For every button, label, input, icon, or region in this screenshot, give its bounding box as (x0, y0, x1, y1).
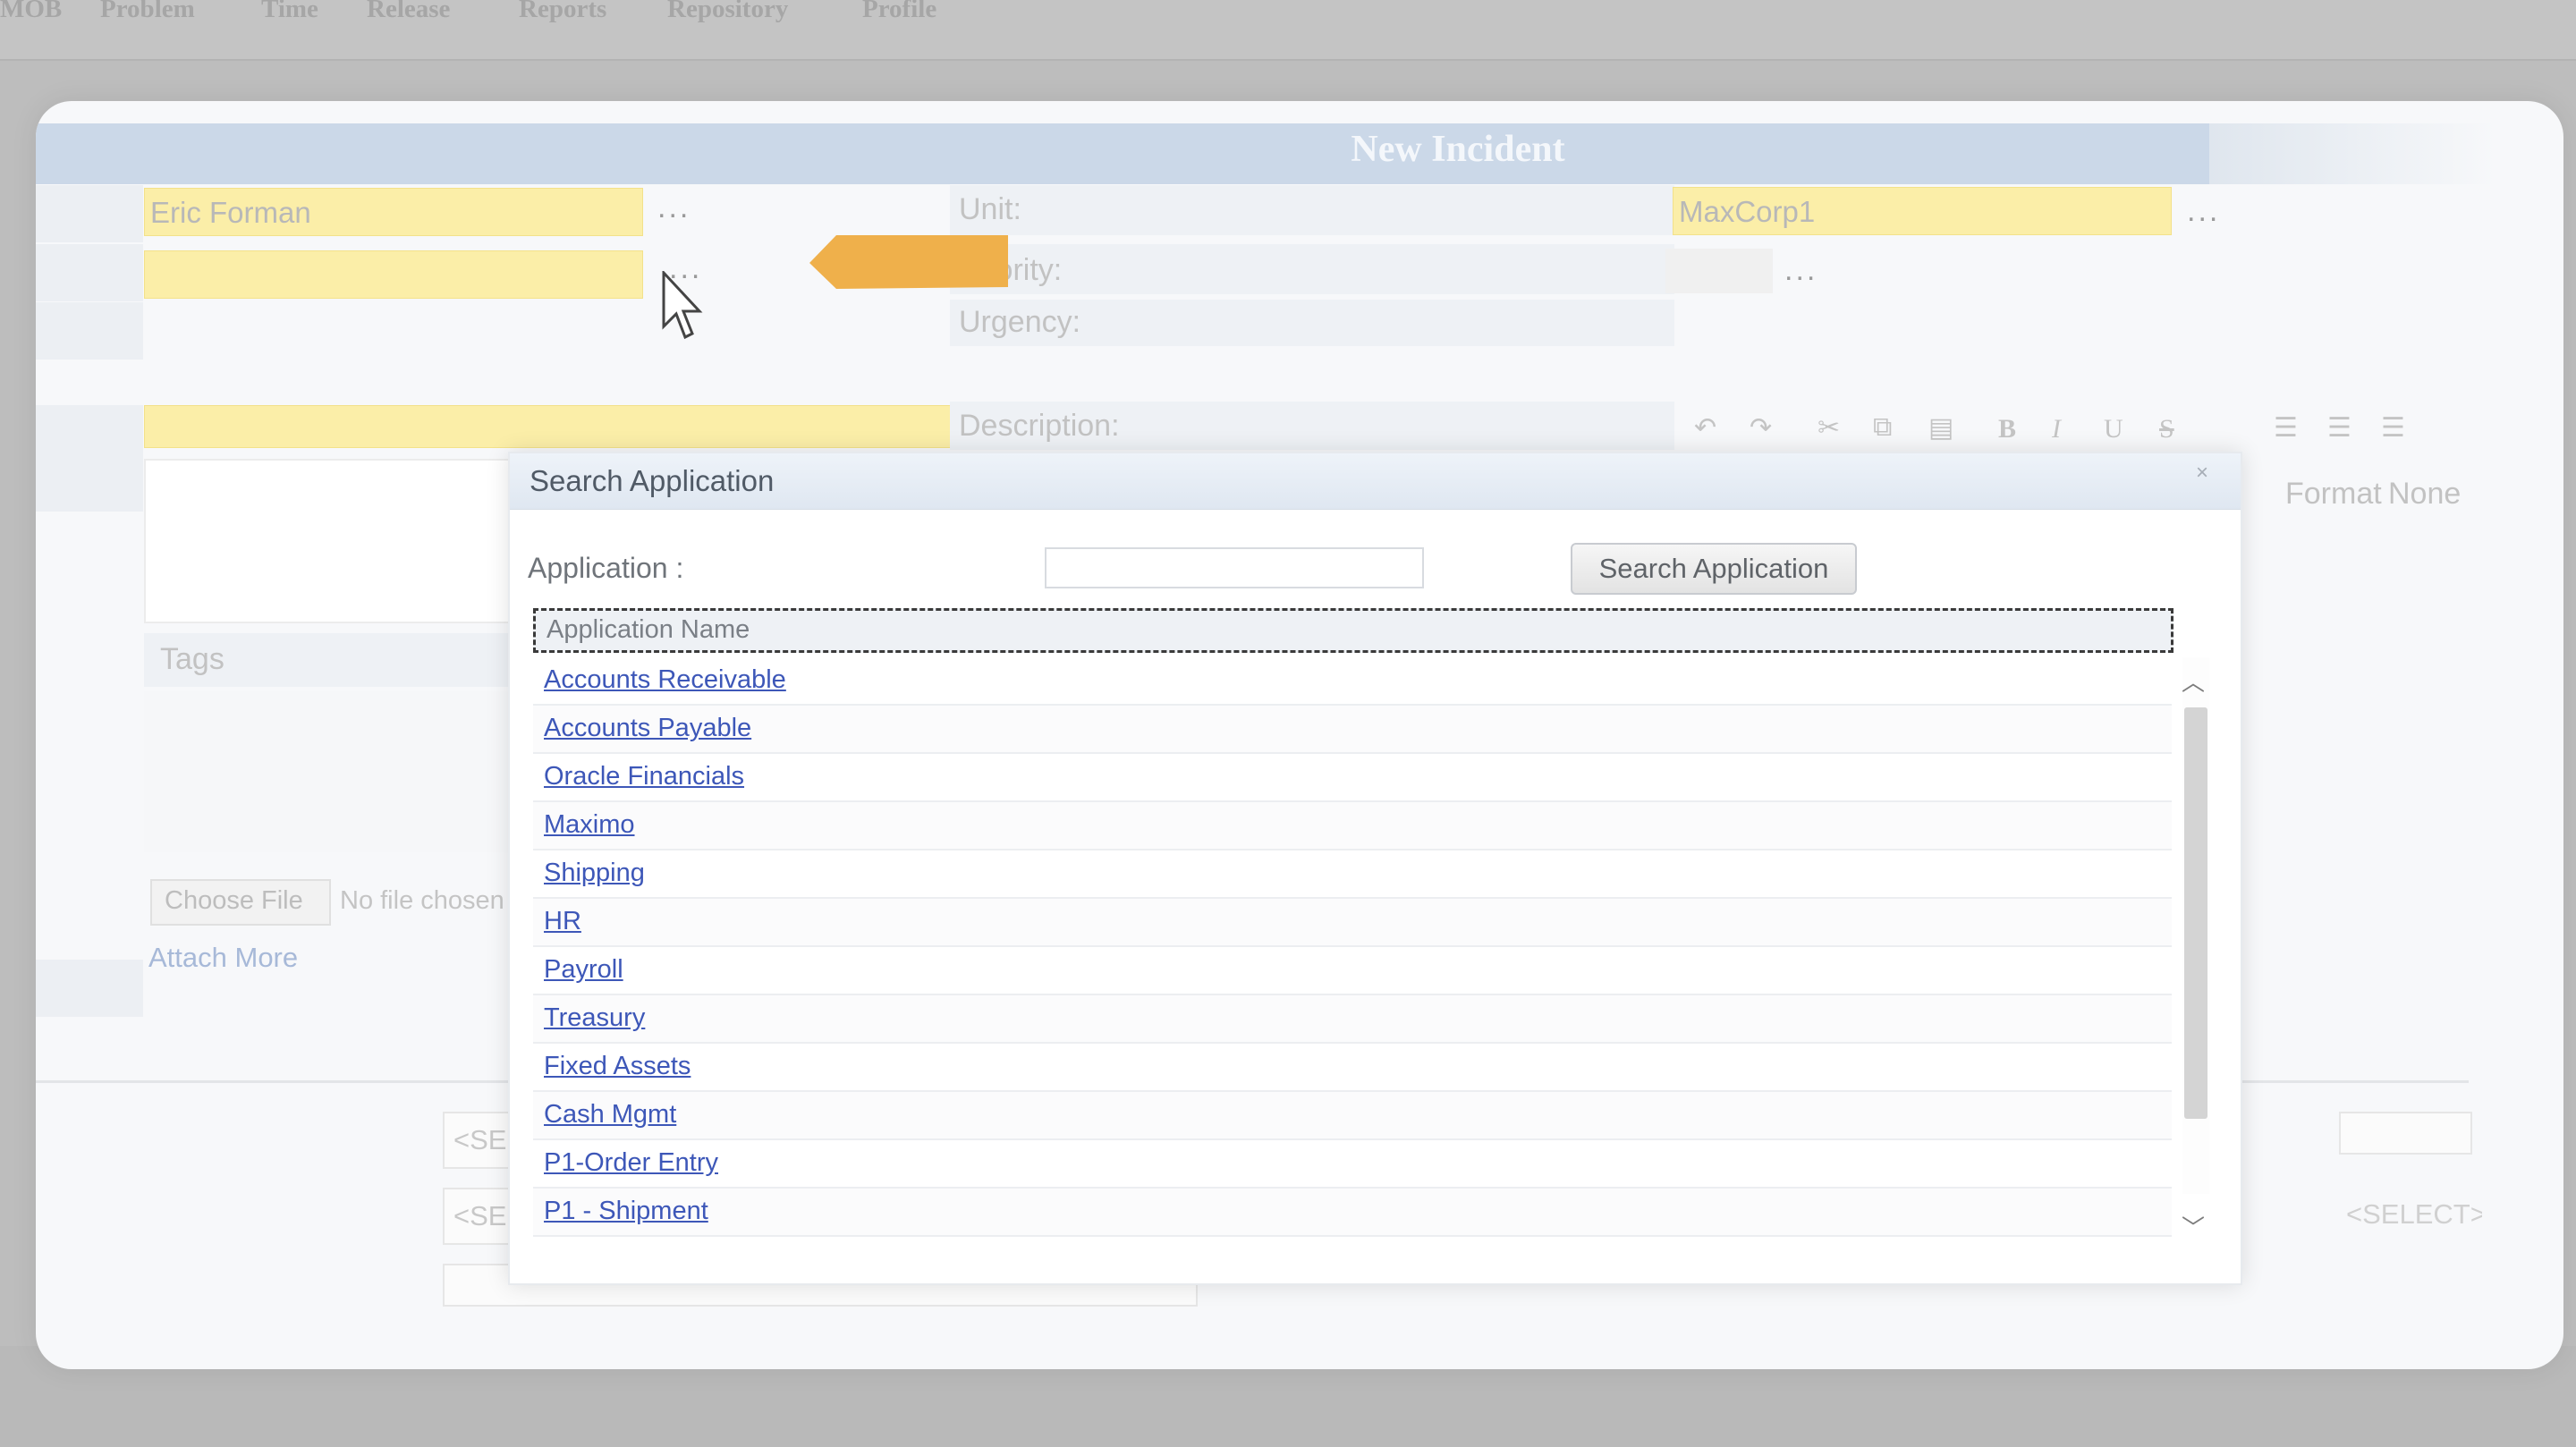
form-title: New Incident (1351, 129, 1565, 170)
description-label: Description: (959, 409, 1120, 443)
table-row: HR (533, 899, 2172, 947)
application-link[interactable]: Oracle Financials (544, 762, 744, 791)
no-file-text: No file chosen (340, 886, 504, 915)
right-input[interactable] (2339, 1112, 2472, 1155)
application-link[interactable]: Shipping (544, 859, 645, 888)
list-icon[interactable]: ☰ (2274, 412, 2298, 444)
caller-field[interactable]: Eric Forman (144, 188, 643, 236)
application-link[interactable]: P1-Order Entry (544, 1148, 718, 1178)
table-row: Fixed Assets (533, 1044, 2172, 1092)
caller-value: Eric Forman (150, 196, 311, 229)
description-label-cell: Description: (950, 402, 1674, 450)
unit-label: Unit: (959, 192, 1021, 226)
nav-item-release[interactable]: Release (367, 0, 450, 24)
copy-icon[interactable]: ⧉ (1873, 412, 1892, 443)
priority-select[interactable] (1665, 249, 1773, 293)
contact-field[interactable] (144, 250, 643, 299)
top-navigation: MOB Problem Time Release Reports Reposit… (0, 0, 2576, 61)
application-link[interactable]: Treasury (544, 1003, 645, 1033)
label-cell (36, 185, 143, 242)
scrollbar-thumb[interactable] (2184, 707, 2207, 1119)
nav-item-problem[interactable]: Problem (100, 0, 195, 24)
application-link[interactable]: Maximo (544, 810, 635, 840)
label-cell (36, 244, 143, 301)
urgency-label-cell: Urgency: (950, 300, 1674, 346)
select-dropdown-3[interactable]: <SELECT> (2339, 1188, 2482, 1241)
mouse-pointer-icon (662, 271, 703, 340)
application-search-input[interactable] (1045, 547, 1424, 588)
application-list: Accounts Receivable Accounts Payable Ora… (533, 657, 2172, 1237)
table-row: P1-Order Entry (533, 1140, 2172, 1189)
nav-item-time[interactable]: Time (261, 0, 318, 24)
table-row: Shipping (533, 850, 2172, 899)
table-row: Oracle Financials (533, 754, 2172, 802)
bold-button[interactable]: B (1998, 414, 2016, 444)
application-link[interactable]: Accounts Payable (544, 714, 751, 743)
nav-item-mob[interactable]: MOB (0, 0, 62, 24)
caller-lookup-button[interactable]: ... (657, 190, 691, 225)
application-link[interactable]: Cash Mgmt (544, 1100, 676, 1130)
italic-button[interactable]: I (2052, 414, 2061, 444)
priority-lookup-button[interactable]: ... (1784, 253, 1818, 288)
indent-icon[interactable]: ☰ (2327, 412, 2351, 444)
undo-icon[interactable]: ↶ (1694, 412, 1716, 444)
nav-item-repository[interactable]: Repository (667, 0, 788, 24)
priority-label-cell: Priority: (950, 244, 1674, 294)
application-link[interactable]: P1 - Shipment (544, 1197, 708, 1226)
redo-icon[interactable]: ↷ (1750, 412, 1772, 444)
cut-icon[interactable]: ✂ (1818, 412, 1840, 444)
attach-more-link[interactable]: Attach More (148, 942, 298, 974)
table-row: Accounts Receivable (533, 657, 2172, 706)
tags-label: Tags (160, 642, 225, 676)
summary-field[interactable] (144, 405, 963, 448)
urgency-label: Urgency: (959, 305, 1081, 339)
close-icon[interactable]: × (2196, 461, 2208, 486)
label-cell (36, 302, 143, 360)
form-header-fade (2209, 123, 2496, 184)
rte-toolbar: ↶ ↷ ✂ ⧉ ▤ B I U S ☰ ☰ ☰ (1665, 405, 2506, 459)
dialog-title: Search Application (530, 464, 775, 497)
nav-item-profile[interactable]: Profile (862, 0, 936, 24)
format-value[interactable]: None (2388, 477, 2461, 512)
label-cell (36, 960, 143, 1017)
search-application-button[interactable]: Search Application (1571, 543, 1857, 595)
chevron-up-icon[interactable]: ︿ (2182, 664, 2205, 698)
form-header-bar (36, 123, 2209, 184)
column-header-application-name[interactable]: Application Name (547, 615, 750, 645)
choose-file-label: Choose File (165, 886, 303, 915)
choose-file-button[interactable]: Choose File (150, 879, 331, 926)
strike-button[interactable]: S (2159, 414, 2174, 444)
format-label: Format (2285, 477, 2382, 511)
unit-value: MaxCorp1 (1679, 195, 1816, 228)
table-header[interactable]: Application Name (533, 608, 2174, 653)
application-link[interactable]: Fixed Assets (544, 1052, 691, 1081)
underline-button[interactable]: U (2104, 414, 2123, 444)
search-application-dialog: Search Application × Application : Searc… (508, 452, 2242, 1285)
unit-field[interactable]: MaxCorp1 (1673, 187, 2172, 235)
label-cell (36, 454, 143, 512)
unit-label-cell: Unit: (950, 185, 1674, 235)
outdent-icon[interactable]: ☰ (2381, 412, 2405, 444)
application-label: Application : (528, 552, 684, 584)
application-link[interactable]: Accounts Receivable (544, 665, 786, 695)
table-row: P1 - Shipment (533, 1189, 2172, 1237)
paste-icon[interactable]: ▤ (1928, 412, 1953, 444)
table-row: Maximo (533, 802, 2172, 850)
chevron-down-icon[interactable]: ﹀ (2182, 1210, 2205, 1243)
select-placeholder-3: <SELECT> (2346, 1198, 2482, 1230)
nav-item-reports[interactable]: Reports (519, 0, 606, 24)
dialog-header: Search Application × (510, 453, 2241, 510)
table-row: Payroll (533, 947, 2172, 995)
highlight-arrow-icon (809, 235, 1008, 289)
unit-lookup-button[interactable]: ... (2187, 194, 2220, 229)
table-row: Cash Mgmt (533, 1092, 2172, 1140)
application-link[interactable]: Payroll (544, 955, 623, 985)
application-link[interactable]: HR (544, 907, 581, 936)
table-row: Treasury (533, 995, 2172, 1044)
table-row: Accounts Payable (533, 706, 2172, 754)
